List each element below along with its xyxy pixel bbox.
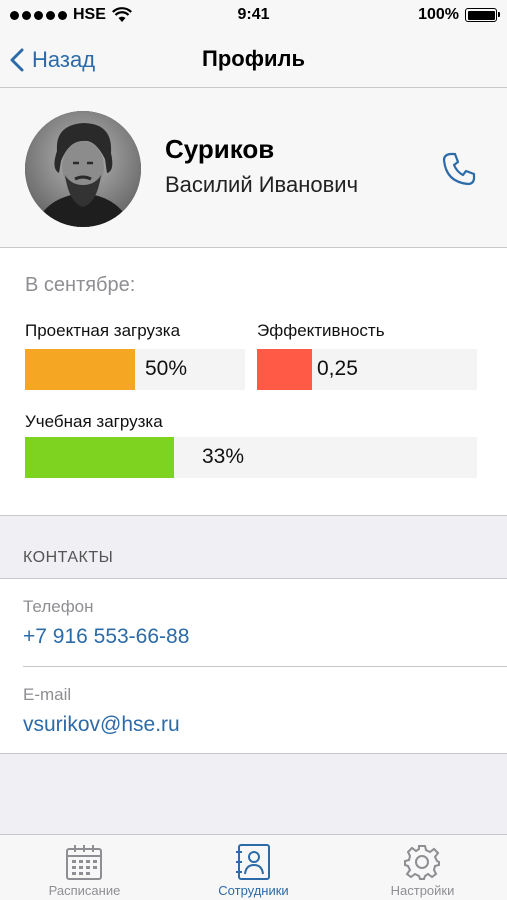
efficiency-fill: [257, 349, 312, 390]
project-load-value: 50%: [145, 357, 188, 380]
battery-percent: 100%: [418, 6, 459, 23]
efficiency-label: Эффективность: [257, 321, 385, 340]
study-load-fill: [25, 437, 175, 478]
profile-surname: Суриков: [165, 134, 275, 164]
project-load-fill: [25, 349, 135, 390]
period-label: В сентябре:: [25, 274, 136, 296]
avatar: [25, 111, 141, 227]
call-button[interactable]: [438, 148, 480, 190]
calendar-icon: [66, 845, 102, 880]
navigation-bar: Назад Профиль: [0, 32, 507, 88]
efficiency-value: 0,25: [317, 357, 358, 380]
phone-label: Телефон: [23, 597, 94, 616]
study-load-bar: 33%: [25, 437, 477, 478]
email-label: E-mail: [23, 685, 72, 704]
tab-schedule[interactable]: Расписание: [0, 835, 169, 900]
tab-employees[interactable]: Сотрудники: [169, 835, 338, 900]
status-bar: HSE 9:41 100%: [0, 0, 507, 32]
contacts-list: Телефон +7 916 553-66-88 E-mail vsurikov…: [0, 579, 507, 754]
email-row: E-mail vsurikov@hse.ru: [0, 667, 507, 754]
contacts-book-icon: [236, 844, 270, 880]
contacts-section-header: КОНТАКТЫ: [0, 517, 507, 579]
profile-header: Суриков Василий Иванович: [0, 88, 507, 248]
monthly-stats: В сентябре: Проектная загрузка 50% Эффек…: [0, 248, 507, 516]
tab-settings[interactable]: Настройки: [338, 835, 507, 900]
phone-row: Телефон +7 916 553-66-88: [0, 579, 507, 667]
tab-bar: Расписание Сотрудники Настройки: [0, 834, 507, 900]
contacts-title: КОНТАКТЫ: [23, 549, 114, 566]
page-title: Профиль: [202, 46, 305, 71]
phone-number-link[interactable]: +7 916 553-66-88: [23, 625, 189, 649]
study-load-value: 33%: [202, 445, 245, 468]
battery-icon: [465, 8, 500, 22]
tab-schedule-label: Расписание: [48, 883, 121, 898]
project-load-label: Проектная загрузка: [25, 321, 181, 340]
phone-icon: [442, 152, 476, 186]
profile-given-names: Василий Иванович: [165, 172, 359, 197]
portrait-photo: [25, 111, 141, 227]
study-load-label: Учебная загрузка: [25, 412, 163, 431]
status-right: 100%: [418, 6, 500, 24]
tab-settings-label: Настройки: [390, 883, 455, 898]
tab-employees-label: Сотрудники: [218, 883, 289, 898]
efficiency-bar: 0,25: [257, 349, 477, 390]
email-link[interactable]: vsurikov@hse.ru: [23, 713, 180, 737]
gear-icon: [404, 845, 440, 880]
project-load-bar: 50%: [25, 349, 245, 390]
